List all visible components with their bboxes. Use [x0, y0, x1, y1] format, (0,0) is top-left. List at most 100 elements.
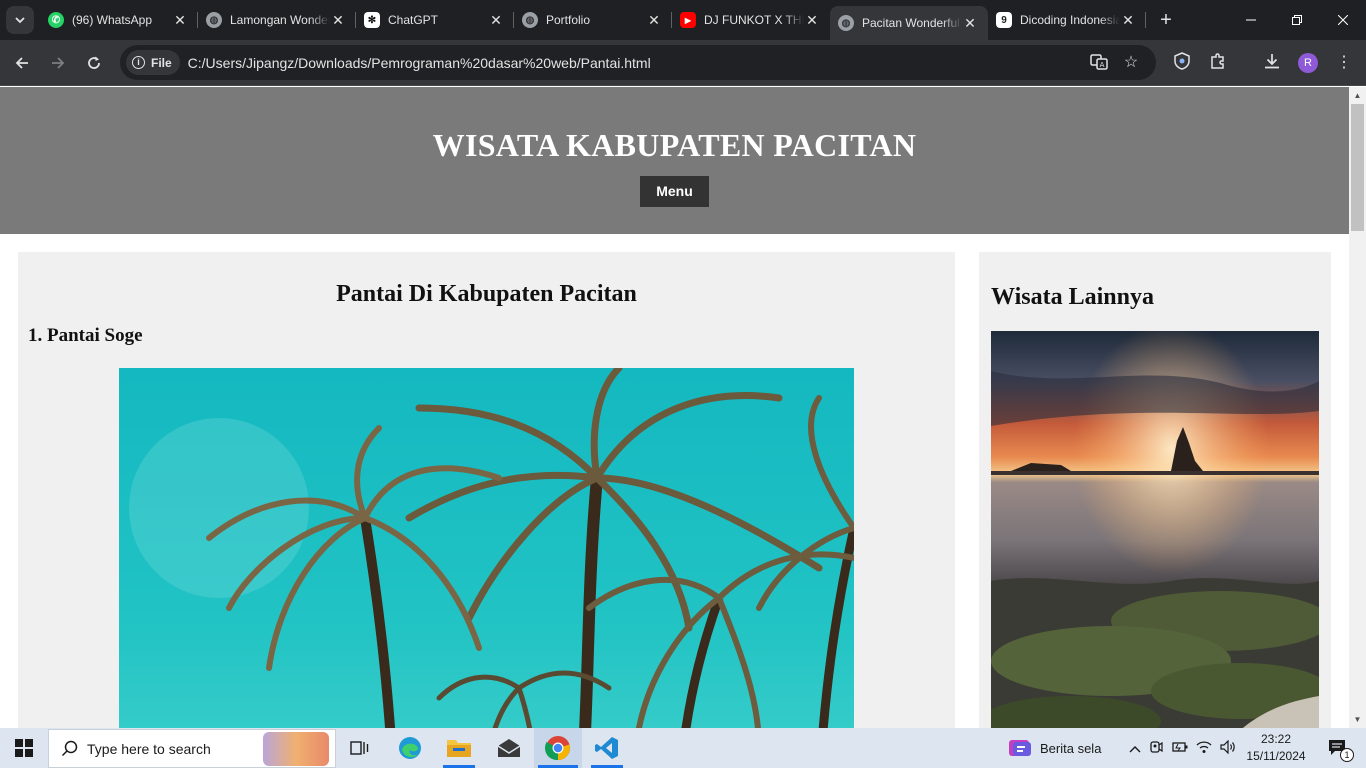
forward-button[interactable]	[44, 49, 72, 77]
close-icon[interactable]: ✕	[962, 15, 978, 31]
sidebar: Wisata Lainnya	[979, 252, 1331, 728]
tab-title: Lamongan Wonderful	[230, 13, 330, 27]
clock-date: 15/11/2024	[1246, 749, 1306, 763]
whatsapp-icon: ✆	[48, 12, 64, 28]
tab-lamongan[interactable]: ◍ Lamongan Wonderful ✕	[198, 0, 356, 40]
chevron-up-icon[interactable]	[1126, 741, 1144, 756]
arrow-right-icon	[52, 57, 65, 69]
scroll-up-arrow-icon[interactable]: ▲	[1349, 87, 1366, 104]
shield-icon[interactable]	[1171, 52, 1193, 74]
folder-icon	[447, 740, 471, 757]
clock-time: 23:22	[1260, 732, 1292, 746]
vscode-icon	[595, 737, 618, 759]
taskbar-clock[interactable]: 23:22 15/11/2024	[1246, 731, 1306, 765]
chrome-app[interactable]	[534, 728, 582, 768]
tab-dicoding[interactable]: 9 Dicoding Indonesia ✕	[988, 0, 1146, 40]
tab-chatgpt[interactable]: ✻ ChatGPT ✕	[356, 0, 514, 40]
news-widget[interactable]: Berita sela	[1008, 728, 1101, 768]
tab-youtube[interactable]: ▶ DJ FUNKOT X THE ✕	[672, 0, 830, 40]
tab-title: DJ FUNKOT X THE	[704, 13, 804, 27]
reload-icon	[88, 56, 100, 69]
window-controls	[1228, 0, 1366, 40]
main-content: Pantai Di Kabupaten Pacitan 1. Pantai So…	[18, 252, 955, 728]
tab-title: ChatGPT	[388, 13, 439, 27]
tab-title: (96) WhatsApp	[72, 13, 153, 27]
close-icon[interactable]: ✕	[330, 12, 346, 28]
address-bar[interactable]: i File C:/Users/Jipangz/Downloads/Pemrog…	[120, 45, 1156, 80]
new-tab-button[interactable]: +	[1152, 6, 1180, 34]
minimize-button[interactable]	[1228, 0, 1274, 40]
more-options-icon[interactable]: ⋮	[1333, 52, 1355, 74]
tab-title: Dicoding Indonesia	[1020, 13, 1120, 27]
scrollbar-thumb[interactable]	[1351, 104, 1364, 231]
news-icon	[1009, 740, 1031, 756]
profile-avatar[interactable]: R	[1298, 53, 1318, 73]
task-view-icon	[350, 741, 369, 755]
menu-button[interactable]: Menu	[640, 176, 709, 207]
reload-button[interactable]	[80, 49, 108, 77]
mail-app[interactable]	[485, 728, 533, 768]
start-button[interactable]	[0, 728, 48, 768]
notification-center-button[interactable]: 1	[1320, 728, 1356, 768]
pantai-soge-image	[119, 368, 854, 728]
windows-taskbar: Type here to search Berita sela 23:22 15…	[0, 728, 1366, 768]
download-icon[interactable]	[1261, 52, 1283, 74]
bookmark-star-icon[interactable]: ☆	[1121, 53, 1141, 73]
site-header: WISATA KABUPATEN PACITAN Menu	[0, 87, 1349, 234]
tab-search-button[interactable]	[6, 6, 34, 34]
taskbar-search-box[interactable]: Type here to search	[48, 729, 336, 768]
notification-badge: 1	[1340, 748, 1354, 762]
chevron-down-icon	[15, 17, 25, 24]
chrome-icon	[545, 736, 570, 761]
page-viewport: WISATA KABUPATEN PACITAN Menu Pantai Di …	[0, 87, 1349, 728]
translate-icon[interactable]: A	[1089, 53, 1109, 73]
meet-now-icon[interactable]	[1144, 740, 1168, 757]
system-tray	[1126, 728, 1240, 768]
tab-portfolio[interactable]: ◍ Portfolio ✕	[514, 0, 672, 40]
scroll-down-arrow-icon[interactable]: ▼	[1349, 711, 1366, 728]
search-placeholder: Type here to search	[87, 740, 211, 757]
tab-pacitan[interactable]: ◍ Pacitan Wonderful ✕	[830, 6, 988, 40]
news-label: Berita sela	[1040, 740, 1102, 756]
extensions-puzzle-icon[interactable]	[1207, 52, 1229, 74]
browser-toolbar: i File C:/Users/Jipangz/Downloads/Pemrog…	[0, 40, 1366, 86]
tab-whatsapp[interactable]: ✆ (96) WhatsApp ✕	[40, 0, 198, 40]
youtube-icon: ▶	[680, 12, 696, 28]
back-button[interactable]	[8, 49, 36, 77]
sidebar-heading: Wisata Lainnya	[991, 284, 1154, 310]
globe-icon: ◍	[838, 15, 854, 31]
close-icon[interactable]: ✕	[1120, 12, 1136, 28]
page-scrollbar[interactable]: ▲ ▼	[1349, 87, 1366, 728]
main-heading: Pantai Di Kabupaten Pacitan	[336, 281, 637, 307]
close-window-button[interactable]	[1320, 0, 1366, 40]
url-text[interactable]: C:/Users/Jipangz/Downloads/Pemrograman%2…	[188, 55, 651, 71]
svg-text:A: A	[1100, 61, 1105, 69]
task-view-button[interactable]	[336, 728, 384, 768]
chip-label: File	[151, 55, 172, 70]
item-heading: 1. Pantai Soge	[28, 325, 143, 346]
search-icon	[61, 740, 78, 756]
globe-icon: ◍	[522, 12, 538, 28]
sunset-beach-image[interactable]	[991, 331, 1319, 728]
file-explorer-app[interactable]	[435, 728, 483, 768]
info-icon: i	[132, 56, 145, 69]
close-icon[interactable]: ✕	[172, 12, 188, 28]
close-icon[interactable]: ✕	[646, 12, 662, 28]
site-title: WISATA KABUPATEN PACITAN	[432, 127, 917, 163]
battery-icon[interactable]	[1168, 741, 1192, 756]
wifi-icon[interactable]	[1192, 740, 1216, 757]
arrow-left-icon	[15, 57, 28, 69]
tab-list: ✆ (96) WhatsApp ✕ ◍ Lamongan Wonderful ✕…	[40, 0, 1180, 40]
close-icon[interactable]: ✕	[488, 12, 504, 28]
restore-icon	[1292, 15, 1302, 25]
volume-icon[interactable]	[1216, 739, 1240, 757]
chatgpt-icon: ✻	[364, 12, 380, 28]
close-icon[interactable]: ✕	[804, 12, 820, 28]
edge-app[interactable]	[386, 728, 434, 768]
windows-logo-icon	[15, 739, 33, 757]
dicoding-icon: 9	[996, 12, 1012, 28]
site-info-chip[interactable]: i File	[126, 50, 180, 75]
restore-button[interactable]	[1274, 0, 1320, 40]
vscode-app[interactable]	[583, 728, 631, 768]
close-icon	[1338, 15, 1348, 25]
